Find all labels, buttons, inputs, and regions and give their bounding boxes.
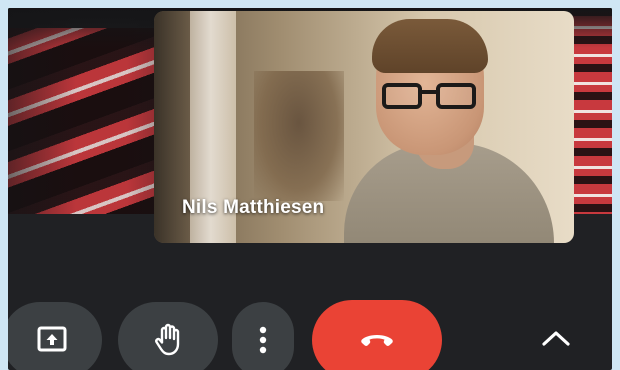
- end-call-button[interactable]: [312, 300, 442, 370]
- present-screen-button[interactable]: [8, 302, 102, 370]
- call-end-icon: [361, 335, 393, 346]
- participant-name-label: Nils Matthiesen: [182, 197, 325, 218]
- main-participant-tile[interactable]: Nils Matthiesen: [154, 11, 574, 243]
- meeting-screen: Nils Matthiesen: [8, 8, 612, 370]
- present-screen-icon: [37, 326, 67, 352]
- meeting-controls-bar: [8, 294, 612, 370]
- participant-glasses: [382, 83, 482, 111]
- more-options-button[interactable]: [232, 302, 294, 370]
- participant-video: [304, 11, 574, 243]
- glasses-lens-left: [382, 83, 422, 109]
- more-vertical-icon: [259, 326, 267, 354]
- raise-hand-button[interactable]: [118, 302, 218, 370]
- expand-controls-button[interactable]: [528, 310, 584, 366]
- glasses-lens-right: [436, 83, 476, 109]
- participant-hair: [372, 19, 488, 73]
- raise-hand-icon: [155, 323, 180, 356]
- chevron-up-icon: [542, 331, 570, 346]
